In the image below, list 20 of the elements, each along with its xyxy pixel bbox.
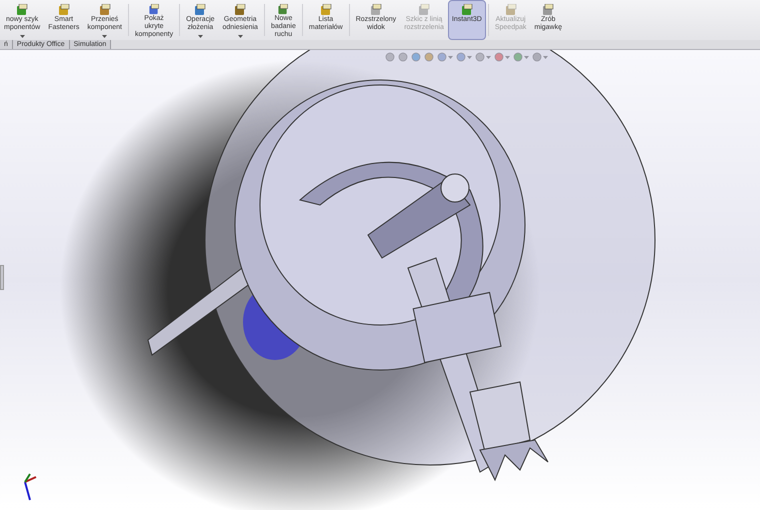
tool-icon — [418, 4, 430, 16]
tool-icon — [194, 4, 206, 16]
panel-handle[interactable] — [0, 265, 4, 290]
caret-icon — [238, 35, 243, 38]
tool-icon — [58, 4, 70, 16]
caret-icon — [198, 35, 203, 38]
axis-triad-icon — [24, 473, 36, 500]
tool-icon — [320, 4, 332, 16]
tool-icon — [16, 4, 28, 16]
tool-icon — [370, 4, 382, 16]
tool-icon — [460, 4, 473, 16]
caret-icon — [102, 35, 108, 38]
tool-icon — [504, 4, 517, 16]
tool-icon — [98, 4, 111, 16]
tool-icon — [277, 4, 290, 15]
tool-icon — [542, 4, 554, 16]
tool-icon — [234, 4, 246, 16]
caret-icon — [20, 35, 25, 38]
caret-icon — [543, 56, 548, 58]
tool-icon — [148, 4, 160, 15]
